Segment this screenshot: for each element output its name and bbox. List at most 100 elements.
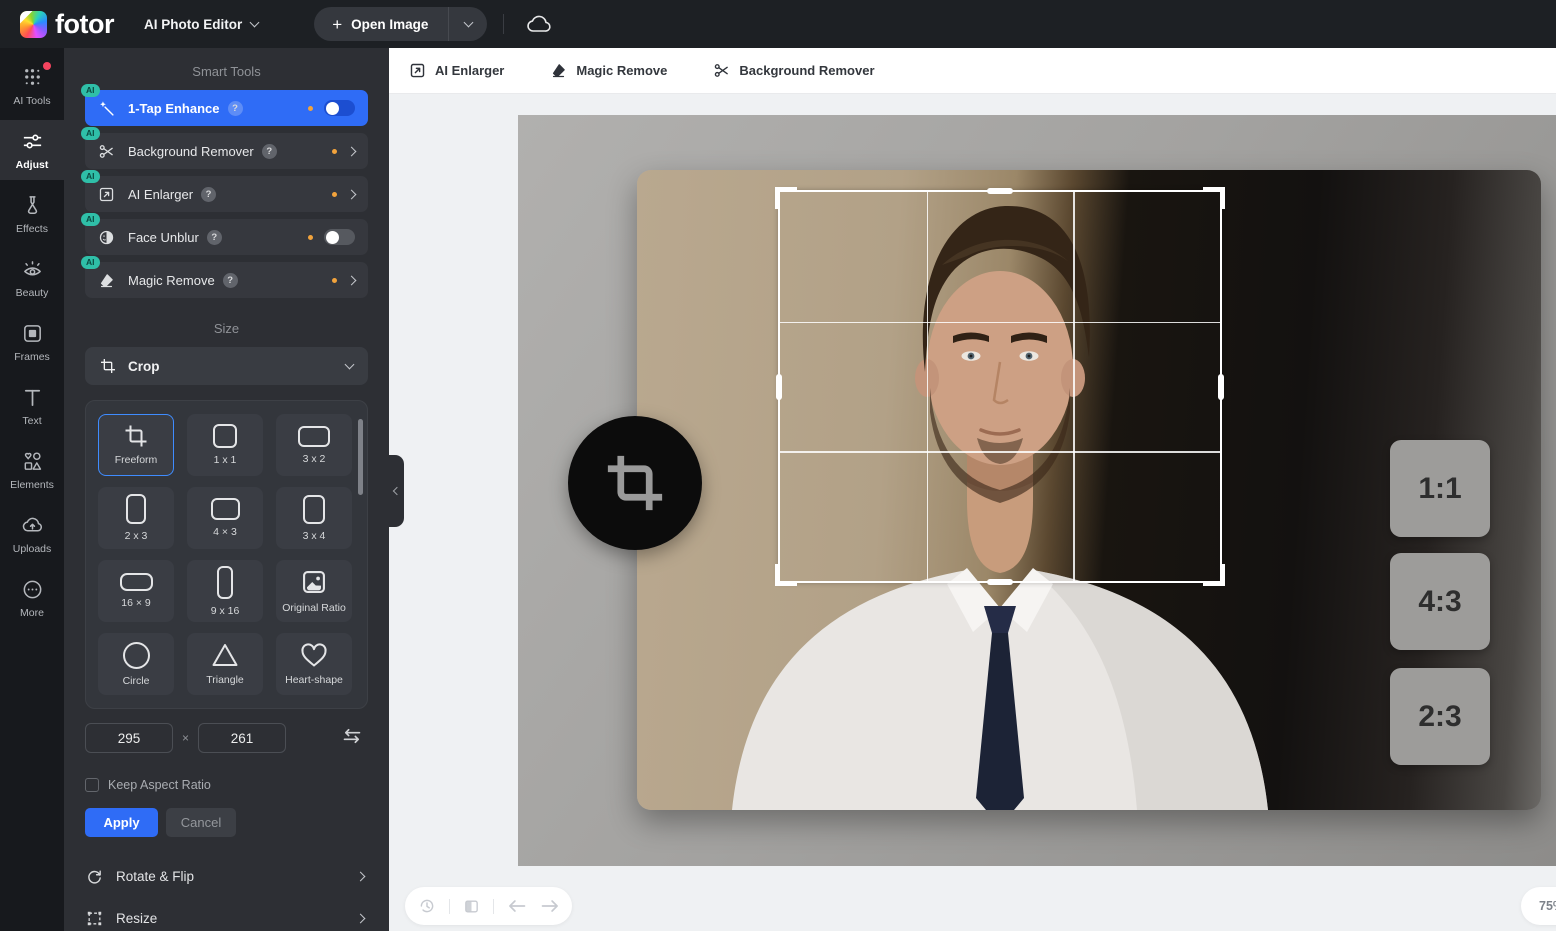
rail-item-elements[interactable]: Elements: [0, 440, 64, 500]
crop-selection-box[interactable]: [778, 190, 1222, 583]
ratio-badge-2-3: 2:3: [1390, 668, 1490, 765]
rail-item-more[interactable]: More: [0, 568, 64, 628]
open-image-caret-button[interactable]: [449, 7, 487, 41]
history-button[interactable]: [418, 897, 436, 915]
crop-option-9x16[interactable]: 9 x 16: [187, 560, 263, 622]
crop-option-freeform[interactable]: Freeform: [98, 414, 174, 476]
help-icon[interactable]: ?: [228, 101, 243, 116]
keep-aspect-ratio-row[interactable]: Keep Aspect Ratio: [85, 778, 368, 792]
open-image-label: Open Image: [351, 17, 428, 32]
tool-row-ai-enlarger[interactable]: AI AI Enlarger ?: [85, 176, 368, 212]
square-ratio-icon: [213, 424, 237, 448]
crop-handle-top-left[interactable]: [775, 187, 797, 209]
fotor-logo[interactable]: fotor: [20, 9, 114, 40]
crop-option-label: 16 × 9: [121, 597, 151, 609]
crop-option-triangle[interactable]: Triangle: [187, 633, 263, 695]
app-menu-dropdown[interactable]: AI Photo Editor: [144, 17, 258, 32]
crop-option-label: 9 x 16: [211, 605, 240, 617]
uploads-cloud-icon: [21, 514, 44, 537]
elements-shapes-icon: [21, 450, 44, 473]
tool-row-1-tap-enhance[interactable]: AI 1-Tap Enhance ?: [85, 90, 368, 126]
crop-handle-bottom-right[interactable]: [1203, 564, 1225, 586]
crop-option-3x2[interactable]: 3 x 2: [276, 414, 352, 476]
left-rail: AI Tools Adjust Effects Beaut: [0, 48, 64, 931]
rail-item-label: Frames: [14, 351, 50, 363]
help-icon[interactable]: ?: [262, 144, 277, 159]
toolbar-tab-background-remover[interactable]: Background Remover: [705, 56, 882, 85]
rail-item-frames[interactable]: Frames: [0, 312, 64, 372]
rail-item-uploads[interactable]: Uploads: [0, 504, 64, 564]
rail-item-adjust[interactable]: Adjust: [0, 120, 64, 180]
crop-option-circle[interactable]: Circle: [98, 633, 174, 695]
grid-line: [1073, 192, 1075, 581]
crop-option-1x1[interactable]: 1 x 1: [187, 414, 263, 476]
help-icon[interactable]: ?: [201, 187, 216, 202]
cloud-sync-button[interactable]: [522, 14, 556, 34]
compare-button[interactable]: [463, 898, 480, 915]
face-unblur-toggle[interactable]: [324, 229, 355, 245]
crop-options-panel: Freeform 1 x 1 3 x 2 2 x 3 4 × 3: [85, 400, 368, 709]
rail-item-beauty[interactable]: Beauty: [0, 248, 64, 308]
toolbar-tab-ai-enlarger[interactable]: AI Enlarger: [401, 56, 512, 85]
rail-item-effects[interactable]: Effects: [0, 184, 64, 244]
rotate-flip-row[interactable]: Rotate & Flip: [85, 861, 368, 891]
crop-option-label: 3 x 4: [303, 530, 326, 542]
crop-handle-bottom[interactable]: [987, 579, 1013, 585]
help-icon[interactable]: ?: [223, 273, 238, 288]
panel-collapse-handle[interactable]: [389, 455, 404, 527]
crop-option-heart[interactable]: Heart-shape: [276, 633, 352, 695]
crop-handle-right[interactable]: [1218, 374, 1224, 400]
crop-option-16x9[interactable]: 16 × 9: [98, 560, 174, 622]
crop-handle-left[interactable]: [776, 374, 782, 400]
topbar-divider: [503, 14, 504, 34]
notification-dot: [43, 62, 51, 70]
rail-item-label: Elements: [10, 479, 54, 491]
crop-option-3x4[interactable]: 3 x 4: [276, 487, 352, 549]
photo-canvas[interactable]: 1:1 4:3 2:3: [518, 115, 1556, 866]
crop-dropdown[interactable]: Crop: [85, 347, 368, 385]
chevron-down-icon: [345, 359, 355, 369]
swap-dimensions-button[interactable]: [342, 728, 362, 749]
toolbar-tab-magic-remove[interactable]: Magic Remove: [542, 56, 675, 85]
crop-handle-bottom-left[interactable]: [775, 564, 797, 586]
keep-aspect-ratio-checkbox[interactable]: [85, 778, 99, 792]
open-image-button[interactable]: + Open Image: [314, 7, 448, 41]
crop-handle-top[interactable]: [987, 188, 1013, 194]
crop-panel-scrollbar[interactable]: [358, 419, 363, 495]
crop-option-4x3[interactable]: 4 × 3: [187, 487, 263, 549]
rail-item-label: Uploads: [13, 543, 52, 555]
redo-button[interactable]: [540, 898, 560, 914]
crop-option-original-ratio[interactable]: Original Ratio: [276, 560, 352, 622]
tool-row-face-unblur[interactable]: AI Face Unblur ?: [85, 219, 368, 255]
open-image-split-button[interactable]: + Open Image: [314, 7, 487, 41]
zoom-level-control[interactable]: 75%: [1521, 887, 1556, 925]
help-icon[interactable]: ?: [207, 230, 222, 245]
tool-row-background-remover[interactable]: AI Background Remover ?: [85, 133, 368, 169]
face-unblur-icon: [98, 229, 115, 246]
ai-badge: AI: [81, 213, 100, 226]
undo-button[interactable]: [507, 898, 527, 914]
toolbar-tab-label: Magic Remove: [576, 63, 667, 78]
crop-option-2x3[interactable]: 2 x 3: [98, 487, 174, 549]
canvas-toolbar: AI Enlarger Magic Remove Background Remo…: [389, 48, 1556, 94]
grid-line: [780, 451, 1220, 453]
rotate-icon: [85, 867, 103, 885]
crop-handle-top-right[interactable]: [1203, 187, 1225, 209]
chevron-right-icon: [356, 871, 366, 881]
crop-option-label: Freeform: [115, 454, 158, 466]
rail-item-ai-tools[interactable]: AI Tools: [0, 56, 64, 116]
height-input[interactable]: [198, 723, 286, 753]
apply-button[interactable]: Apply: [85, 808, 158, 837]
enhance-toggle[interactable]: [324, 100, 355, 116]
cancel-button[interactable]: Cancel: [166, 808, 236, 837]
width-input[interactable]: [85, 723, 173, 753]
circle-shape-icon: [123, 642, 150, 669]
rail-item-label: AI Tools: [13, 95, 50, 107]
landscape-ratio-icon: [211, 498, 240, 520]
new-feature-dot: [332, 149, 337, 154]
swap-arrows-icon: [342, 728, 362, 744]
resize-row[interactable]: Resize: [85, 903, 368, 931]
tool-row-magic-remove[interactable]: AI Magic Remove ?: [85, 262, 368, 298]
rail-item-text[interactable]: Text: [0, 376, 64, 436]
grid-line: [927, 192, 929, 581]
